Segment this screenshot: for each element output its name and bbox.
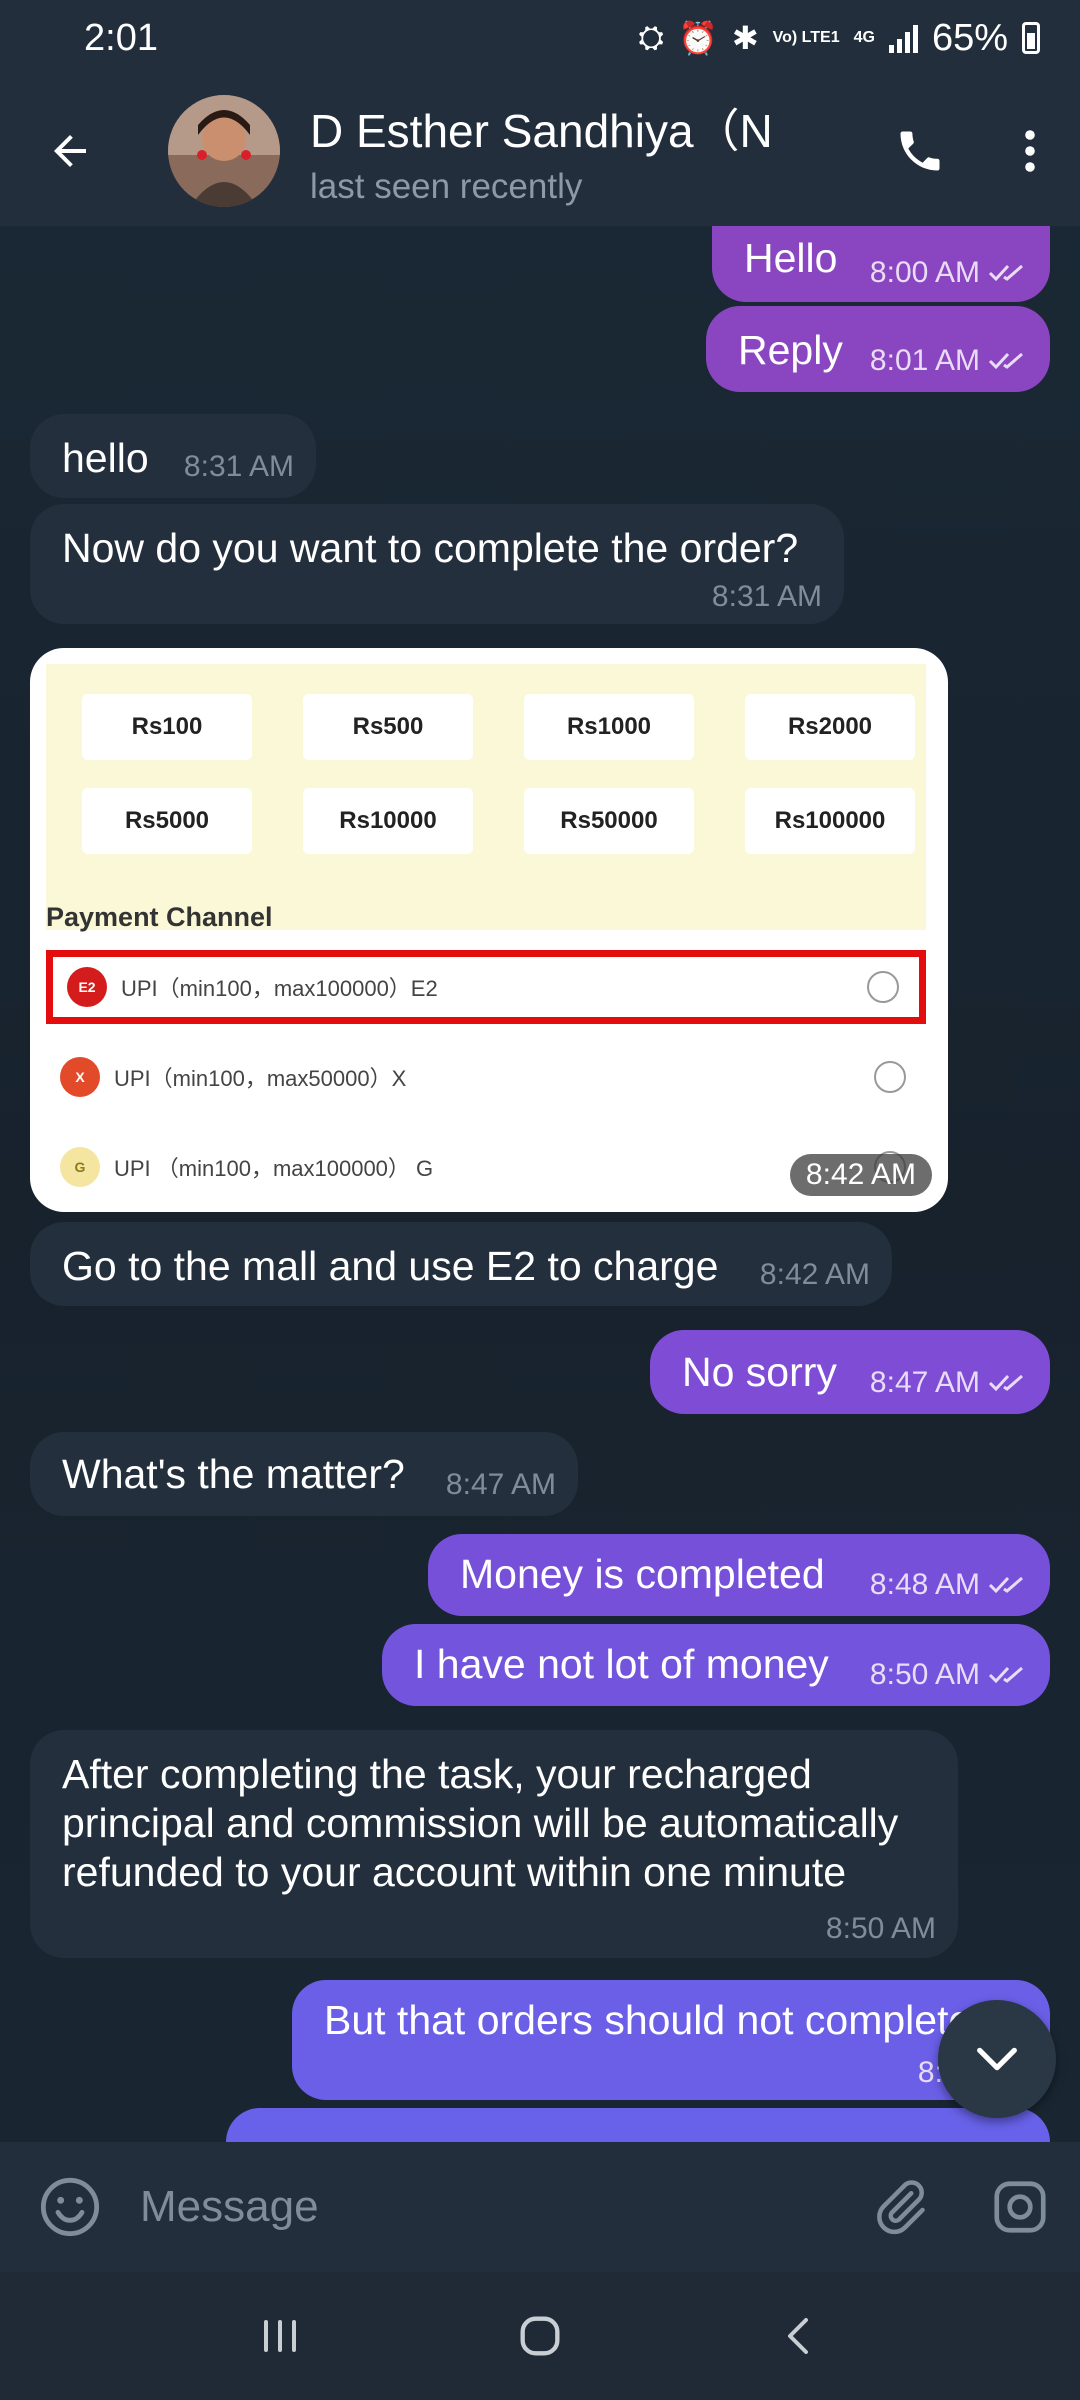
amount-option: Rs50000 (524, 788, 694, 854)
message-bubble[interactable]: No sorry 8:47 AM (650, 1330, 1050, 1414)
status-bar: 2:01 ⛭ ⏰ ✱ Vo) LTE1 4G 65% (0, 0, 1080, 76)
payment-channel-row: X UPI（min100，max50000）X (46, 1040, 926, 1114)
payment-channel-label: UPI（min100，max100000）E2 (121, 976, 438, 1001)
signal-icon (888, 23, 918, 53)
message-time: 8:47 AM (445, 1468, 556, 1501)
chat-title-area[interactable]: D Esther Sandhiya（N last seen recently (310, 95, 830, 207)
message-text: But that orders should not complete d (324, 1997, 1006, 2043)
message-bubble[interactable]: I have not lot of money 8:50 AM (382, 1624, 1050, 1706)
network-type: 4G (853, 29, 875, 46)
smiley-icon (40, 2177, 100, 2237)
system-nav-bar (0, 2272, 1080, 2400)
double-check-icon (988, 1666, 1023, 1684)
amount-option: Rs10000 (303, 788, 473, 854)
chat-status: last seen recently (310, 167, 583, 206)
double-check-icon (988, 1374, 1023, 1392)
radio-icon (874, 1061, 906, 1093)
alarm-icon: ⏰ (677, 20, 718, 56)
double-check-icon (988, 1576, 1023, 1594)
message-bubble[interactable]: But that orders should not complete d 8:… (292, 1980, 1050, 2100)
amount-option: Rs100000 (745, 788, 915, 854)
message-time: 8:48 AM (869, 1568, 980, 1601)
message-bubble[interactable]: Hello 8:00 AM (712, 226, 1050, 302)
chat-name: D Esther Sandhiya（N (310, 105, 773, 157)
call-button[interactable] (860, 76, 980, 226)
g-logo-icon: G (60, 1147, 100, 1187)
phone-icon (900, 131, 940, 171)
message-time: 8:01 AM (869, 344, 980, 377)
more-options-button[interactable] (980, 76, 1080, 226)
payment-channel-row: E2 UPI（min100，max100000）E2 (46, 950, 926, 1024)
chevron-left-icon (788, 2318, 808, 2354)
battery-icon (1022, 22, 1040, 54)
amount-panel: Rs100 Rs500 Rs1000 Rs2000 Rs5000 Rs10000… (46, 664, 926, 930)
bluetooth-icon: ✱ (731, 20, 759, 56)
e2-logo-icon: E2 (67, 967, 107, 1007)
message-bubble[interactable]: Money is completed 8:48 AM (428, 1534, 1050, 1616)
message-time: 8:47 AM (869, 1366, 980, 1399)
message-bubble[interactable]: Reply 8:01 AM (706, 306, 1050, 392)
message-time: 8:42 AM (759, 1258, 870, 1291)
image-message[interactable]: Rs100 Rs500 Rs1000 Rs2000 Rs5000 Rs10000… (30, 648, 948, 1212)
message-bubble[interactable]: Go to the mall and use E2 to charge 8:42… (30, 1222, 892, 1306)
message-text: After completing the task, your recharge… (62, 1751, 899, 1895)
back-nav-button[interactable] (740, 2286, 860, 2386)
amount-option: Rs100 (82, 694, 252, 760)
status-icons: ⛭ ⏰ ✱ Vo) LTE1 4G 65% (638, 17, 1040, 60)
arrow-left-icon (54, 135, 86, 167)
radio-icon (867, 971, 899, 1003)
chevron-down-icon (977, 2047, 1017, 2071)
payment-channel-title: Payment Channel (46, 902, 273, 932)
amount-option: Rs1000 (524, 694, 694, 760)
message-bubble[interactable]: hello 8:31 AM (30, 414, 316, 498)
more-vertical-icon (1025, 130, 1035, 172)
emoji-button[interactable] (0, 2142, 140, 2272)
chat-screen: 2:01 ⛭ ⏰ ✱ Vo) LTE1 4G 65% D Esther Sand… (0, 0, 1080, 2400)
payment-channel-label: UPI（min100，max50000）X (114, 1066, 407, 1091)
instagram-camera-icon (994, 2181, 1046, 2233)
amount-option: Rs2000 (745, 694, 915, 760)
x-logo-icon: X (60, 1057, 100, 1097)
scroll-down-button[interactable] (938, 2000, 1056, 2118)
sync-lock-icon: ⛭ (638, 19, 664, 55)
home-icon (520, 2316, 560, 2356)
message-bubble-partial[interactable] (226, 2108, 1050, 2142)
message-text: Now do you want to complete the order? (62, 525, 799, 571)
recent-apps-button[interactable] (220, 2286, 340, 2386)
battery-percent: 65% (931, 16, 1008, 59)
status-time: 2:01 (84, 16, 158, 59)
home-button[interactable] (480, 2286, 600, 2386)
camera-button[interactable] (960, 2142, 1080, 2272)
message-bubble[interactable]: Now do you want to complete the order? 8… (30, 504, 844, 624)
message-time: 8:00 AM (869, 256, 980, 289)
amount-option: Rs500 (303, 694, 473, 760)
message-composer (0, 2142, 1080, 2272)
double-check-icon (988, 264, 1023, 282)
paperclip-icon (877, 2180, 925, 2235)
back-button[interactable] (0, 76, 140, 226)
message-time: 8:42 AM (789, 1154, 932, 1196)
message-time: 8:50 AM (825, 1912, 936, 1945)
volte-indicator: Vo) LTE1 (772, 29, 840, 46)
recent-apps-icon (264, 2320, 296, 2352)
amount-option: Rs5000 (82, 788, 252, 854)
message-bubble[interactable]: After completing the task, your recharge… (30, 1730, 958, 1958)
double-check-icon (988, 352, 1023, 370)
message-time: 8:31 AM (711, 580, 822, 613)
message-text: Go to the mall and use E2 to charge (62, 1243, 719, 1289)
chat-header: D Esther Sandhiya（N last seen recently (0, 76, 1080, 226)
message-input[interactable] (140, 2157, 840, 2257)
message-time: 8:31 AM (183, 450, 294, 483)
attach-button[interactable] (840, 2142, 960, 2272)
message-time: 8:50 AM (869, 1658, 980, 1691)
avatar[interactable] (168, 95, 280, 207)
message-bubble[interactable]: What's the matter? 8:47 AM (30, 1432, 578, 1516)
payment-channel-label: UPI （min100，max100000） G (114, 1156, 434, 1181)
